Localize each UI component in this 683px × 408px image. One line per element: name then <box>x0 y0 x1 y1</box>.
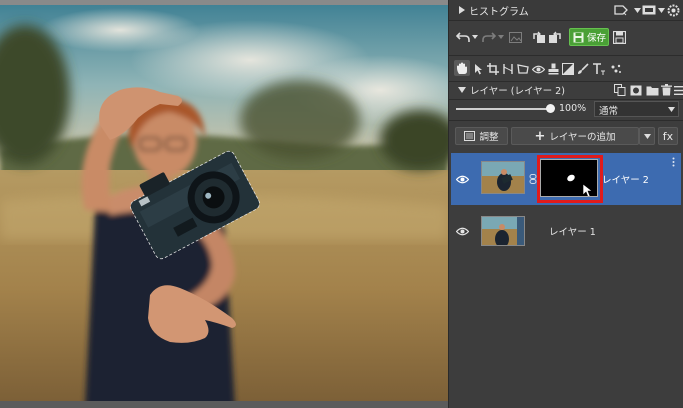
dropdown-arrow-icon[interactable] <box>471 32 479 42</box>
gradient-tool-icon[interactable] <box>561 61 575 77</box>
rotate-left-icon[interactable] <box>531 30 547 44</box>
more-vertical-icon[interactable] <box>669 156 677 168</box>
add-layer-button-label: レイヤーの追加 <box>549 132 616 143</box>
layer-row-2[interactable]: レイヤー 2 <box>451 153 681 205</box>
opacity-value: 100% <box>559 103 587 114</box>
edit-toolbar: 保存 <box>449 22 683 52</box>
text-tool-icon[interactable] <box>591 61 607 77</box>
canvas-scrollbar[interactable] <box>0 401 448 408</box>
gear-icon[interactable] <box>666 2 680 18</box>
image-canvas[interactable] <box>0 0 448 408</box>
eye-tool-icon[interactable] <box>531 61 545 77</box>
histogram-title: ヒストグラム <box>469 7 529 18</box>
adjust-icon <box>464 131 476 141</box>
eye-icon[interactable] <box>455 225 469 237</box>
histogram-header[interactable]: ヒストグラム <box>449 0 683 20</box>
floppy-disk-icon <box>573 32 584 42</box>
crop-tool-icon[interactable] <box>486 61 500 77</box>
chevron-down-icon[interactable] <box>457 86 467 94</box>
chevron-down-icon <box>667 106 675 112</box>
effects-tool-icon[interactable] <box>609 61 623 77</box>
layer-mask-icon[interactable] <box>629 83 643 97</box>
opacity-slider-handle[interactable] <box>546 104 555 113</box>
adjust-button[interactable]: 調整 <box>455 127 508 145</box>
layer-2-mask-thumbnail[interactable] <box>540 159 598 197</box>
save-button-label: 保存 <box>587 33 607 44</box>
image-icon[interactable] <box>507 30 523 44</box>
pointer-tool-icon[interactable] <box>471 61 485 77</box>
rotate-right-icon[interactable] <box>547 30 563 44</box>
undo-icon[interactable] <box>455 30 471 44</box>
layer-1-thumbnail <box>481 216 525 246</box>
layer-2-name: レイヤー 2 <box>602 175 649 186</box>
chevron-down-icon <box>643 133 651 139</box>
perspective-tool-icon[interactable] <box>516 61 530 77</box>
layer-1-name: レイヤー 1 <box>549 227 596 238</box>
right-panel: ヒストグラム 保存 レイヤー (レイヤー 2) 100% 通常 調整 + レイヤ… <box>448 0 683 408</box>
layer-actions-row: 調整 + レイヤーの追加 fx <box>449 121 683 149</box>
fx-button-label: fx <box>662 129 674 143</box>
layer-2-thumbnail <box>481 161 525 194</box>
fx-button[interactable]: fx <box>658 127 678 145</box>
add-layer-dropdown[interactable] <box>639 127 655 145</box>
screen-mode-icon[interactable] <box>641 4 657 16</box>
opacity-slider-track[interactable] <box>456 108 551 110</box>
layer-row-1[interactable]: レイヤー 1 <box>451 208 681 254</box>
eye-icon[interactable] <box>455 173 469 185</box>
trash-icon[interactable] <box>660 83 672 97</box>
mouse-cursor-icon <box>582 183 593 196</box>
photo <box>0 0 448 408</box>
tag-icon[interactable] <box>613 3 629 17</box>
straighten-tool-icon[interactable] <box>501 61 515 77</box>
dropdown-arrow-icon[interactable] <box>497 32 505 42</box>
hand-tool-icon[interactable] <box>454 60 470 76</box>
save-as-icon[interactable] <box>611 29 627 45</box>
add-layer-button[interactable]: + レイヤーの追加 <box>511 127 639 145</box>
canvas-top-strip <box>0 0 448 5</box>
folder-icon[interactable] <box>645 83 659 97</box>
blend-mode-value: 通常 <box>599 106 619 117</box>
tools-bar <box>449 58 683 80</box>
blend-mode-select[interactable]: 通常 <box>594 101 679 117</box>
plus-icon: + <box>534 128 546 144</box>
dropdown-arrow-icon[interactable] <box>656 4 666 16</box>
menu-icon[interactable] <box>673 83 683 97</box>
chevron-right-icon[interactable] <box>457 4 467 16</box>
redo-icon[interactable] <box>481 30 497 44</box>
layers-header: レイヤー (レイヤー 2) <box>449 82 683 98</box>
layers-panel-title: レイヤー (レイヤー 2) <box>470 86 565 97</box>
brush-tool-icon[interactable] <box>576 61 590 77</box>
duplicate-layer-icon[interactable] <box>613 83 627 97</box>
save-button[interactable]: 保存 <box>569 28 609 46</box>
opacity-row: 100% 通常 <box>449 100 683 120</box>
stamp-tool-icon[interactable] <box>546 61 560 77</box>
adjust-button-label: 調整 <box>479 132 499 143</box>
